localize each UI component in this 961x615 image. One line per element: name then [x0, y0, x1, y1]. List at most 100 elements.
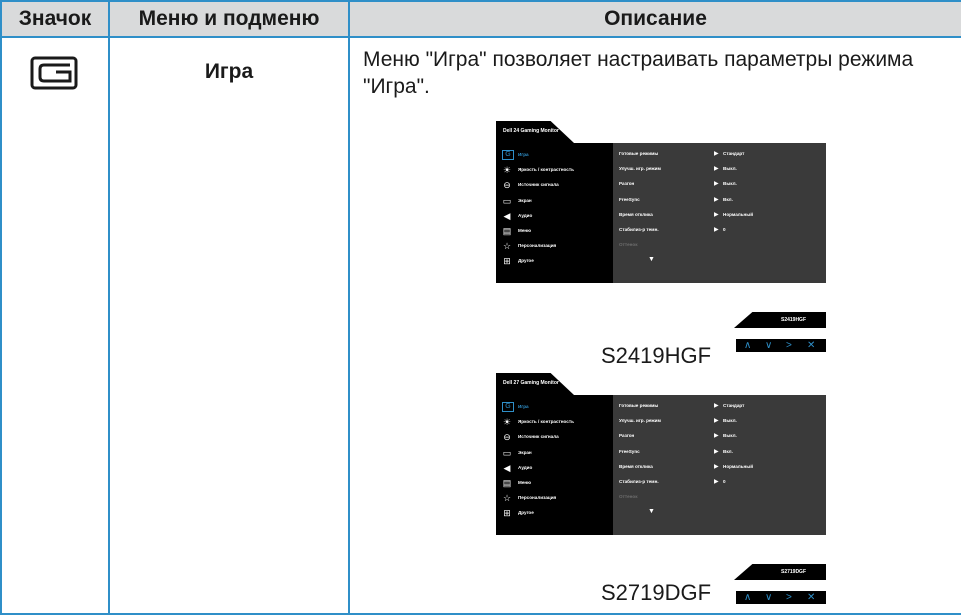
up-icon: ∧ [744, 592, 752, 603]
osd-setting-value: Выкл. [723, 166, 737, 172]
arrow-right-icon: ▶ [714, 151, 719, 157]
osd-menu-label: Экран [518, 449, 532, 455]
osd-menu-item: ⊖ Источник сигнала [502, 180, 613, 192]
arrow-right-icon: ▶ [714, 227, 719, 233]
arrow-right-icon: ▶ [714, 166, 719, 173]
osd-setting-label: Оттенок [619, 494, 638, 500]
osd-setting-row: Улучш. игр. режим ▶ Выкл. [619, 166, 824, 178]
game-icon: G [502, 402, 514, 412]
arrow-right-icon: ▶ [714, 433, 719, 440]
osd-setting-label: Готовые режимы [619, 403, 659, 408]
close-icon: ✕ [807, 592, 816, 603]
osd-menu-item: ☆ Персонализация [502, 493, 613, 505]
brightness-icon: ☀ [502, 417, 512, 428]
osd-setting-value: Выкл. [723, 181, 737, 187]
arrow-right-icon: ▶ [714, 448, 719, 455]
audio-icon: ◀ [503, 462, 511, 473]
osd-setting-value: 0 [723, 479, 726, 484]
game-icon [30, 56, 78, 90]
osd-setting-label: Стабилиз-р темн. [619, 479, 659, 484]
osd-setting-row: Готовые режимы ▶ Стандарт [619, 403, 824, 415]
description-text: Меню "Игра" позволяет настраивать параме… [363, 48, 914, 98]
osd-menu-item: G Игра [502, 402, 613, 414]
osd-settings-panel: Готовые режимы ▶ Стандарт Улучш. игр. режим… [613, 395, 826, 535]
osd-menu-label: Экран [518, 197, 532, 203]
osd-menu-label: Персонализация [518, 495, 557, 501]
osd-menu-label: Аудио [518, 212, 533, 218]
osd-setting-value: Нормальный [723, 211, 754, 217]
osd-menu-item: ⊖ Источник сигнала [502, 432, 613, 444]
osd-setting-value: Выкл. [723, 418, 737, 424]
osd-setting-label: Улучш. игр. режим [619, 166, 661, 172]
osd-menu-label: Меню [518, 480, 532, 485]
osd-menu-label: Другое [518, 510, 534, 516]
osd-title-tab: Dell 27 Gaming Monitor [496, 373, 574, 395]
chevron-down-icon: ▼ [648, 256, 655, 263]
osd-screenshot: Dell 24 Gaming Monitor G Игра ☀ Яркость / ко… [496, 121, 826, 352]
osd-menu-item: ▤ Меню [502, 478, 613, 490]
down-icon: ∨ [765, 592, 773, 603]
osd-setting-label: FreeSync [619, 448, 640, 454]
osd-menu-item: ▤ Меню [502, 226, 613, 238]
table-header-row: Значок Меню и подменю Описание [0, 0, 961, 38]
audio-icon: ◀ [503, 210, 511, 221]
osd-setting-value: Нормальный [723, 463, 754, 469]
other-icon: ⊞ [503, 508, 511, 519]
osd-setting-row: Разгон ▶ Выкл. [619, 181, 824, 193]
header-description: Описание [348, 0, 961, 38]
osd-menu-item: ◀ Аудио [502, 463, 613, 475]
osd-setting-row: Оттенок [619, 494, 824, 506]
osd-menu-item: ⊞ Другое [502, 256, 613, 268]
osd-setting-label: FreeSync [619, 196, 640, 202]
other-icon: ⊞ [503, 256, 511, 267]
osd-menu-label: Аудио [518, 464, 533, 470]
osd-menu-label: Яркость / контрастность [518, 167, 574, 173]
model-caption: S2719DGF [601, 580, 712, 605]
osd-menu-label: Игра [518, 404, 529, 409]
osd-menu-item: ◀ Аудио [502, 211, 613, 223]
osd-setting-label: Стабилиз-р темн. [619, 227, 659, 232]
osd-setting-row: FreeSync ▶ Вкл. [619, 197, 824, 209]
osd-menu-item: ☀ Яркость / контрастность [502, 165, 613, 177]
osd-menu-label: Игра [518, 152, 529, 157]
osd-menu-label: Источник сигнала [518, 434, 559, 440]
osd-nav-bar: ∧ ∨ > ✕ [736, 591, 826, 604]
osd-menu-label: Другое [518, 258, 534, 264]
header-icon: Значок [0, 0, 110, 38]
osd-menu-item: ▭ Экран [502, 196, 613, 208]
osd-setting-value: Вкл. [723, 196, 733, 202]
osd-setting-label: Оттенок [619, 242, 638, 248]
star-icon: ☆ [502, 241, 512, 252]
arrow-right-icon: ▶ [714, 196, 719, 203]
osd-screenshot: Dell 27 Gaming Monitor G Игра ☀ Яркость / ко… [496, 373, 826, 604]
arrow-right-icon: ▶ [714, 463, 719, 470]
header-menu: Меню и подменю [108, 0, 350, 38]
icon-cell [0, 36, 110, 615]
input-source-icon: ⊖ [503, 432, 511, 443]
osd-title-tab: Dell 24 Gaming Monitor [496, 121, 574, 143]
right-icon: > [786, 592, 792, 603]
arrow-right-icon: ▶ [714, 181, 719, 188]
model-caption: S2419HGF [601, 343, 712, 368]
osd-title: Dell 24 Gaming Monitor [503, 128, 559, 134]
right-icon: > [786, 340, 792, 351]
osd-setting-row: Время отклика ▶ Нормальный [619, 212, 824, 224]
osd-setting-row: Готовые режимы ▶ Стандарт [619, 151, 824, 163]
osd-setting-row: FreeSync ▶ Вкл. [619, 449, 824, 461]
osd-menu-label: Яркость / контрастность [518, 419, 574, 425]
osd-setting-label: Разгон [619, 181, 635, 187]
osd-nav-bar: ∧ ∨ > ✕ [736, 339, 826, 352]
osd-menu-panel: G Игра ☀ Яркость / контрастность ⊖ Источник с… [496, 143, 613, 283]
osd-setting-label: Готовые режимы [619, 151, 659, 156]
osd-setting-label: Время отклика [619, 463, 653, 469]
menu-cell: Игра [108, 36, 350, 615]
menu-icon: ▤ [502, 478, 512, 488]
osd-setting-value: Вкл. [723, 448, 733, 454]
osd-setting-label: Время отклика [619, 211, 653, 217]
brightness-icon: ☀ [502, 165, 512, 176]
osd-menu-label: Персонализация [518, 243, 557, 249]
osd-model-name: S2719DGF [780, 569, 806, 575]
osd-menu-item: ⊞ Другое [502, 508, 613, 520]
arrow-right-icon: ▶ [714, 403, 719, 409]
osd-model-name: S2419HGF [780, 317, 806, 323]
